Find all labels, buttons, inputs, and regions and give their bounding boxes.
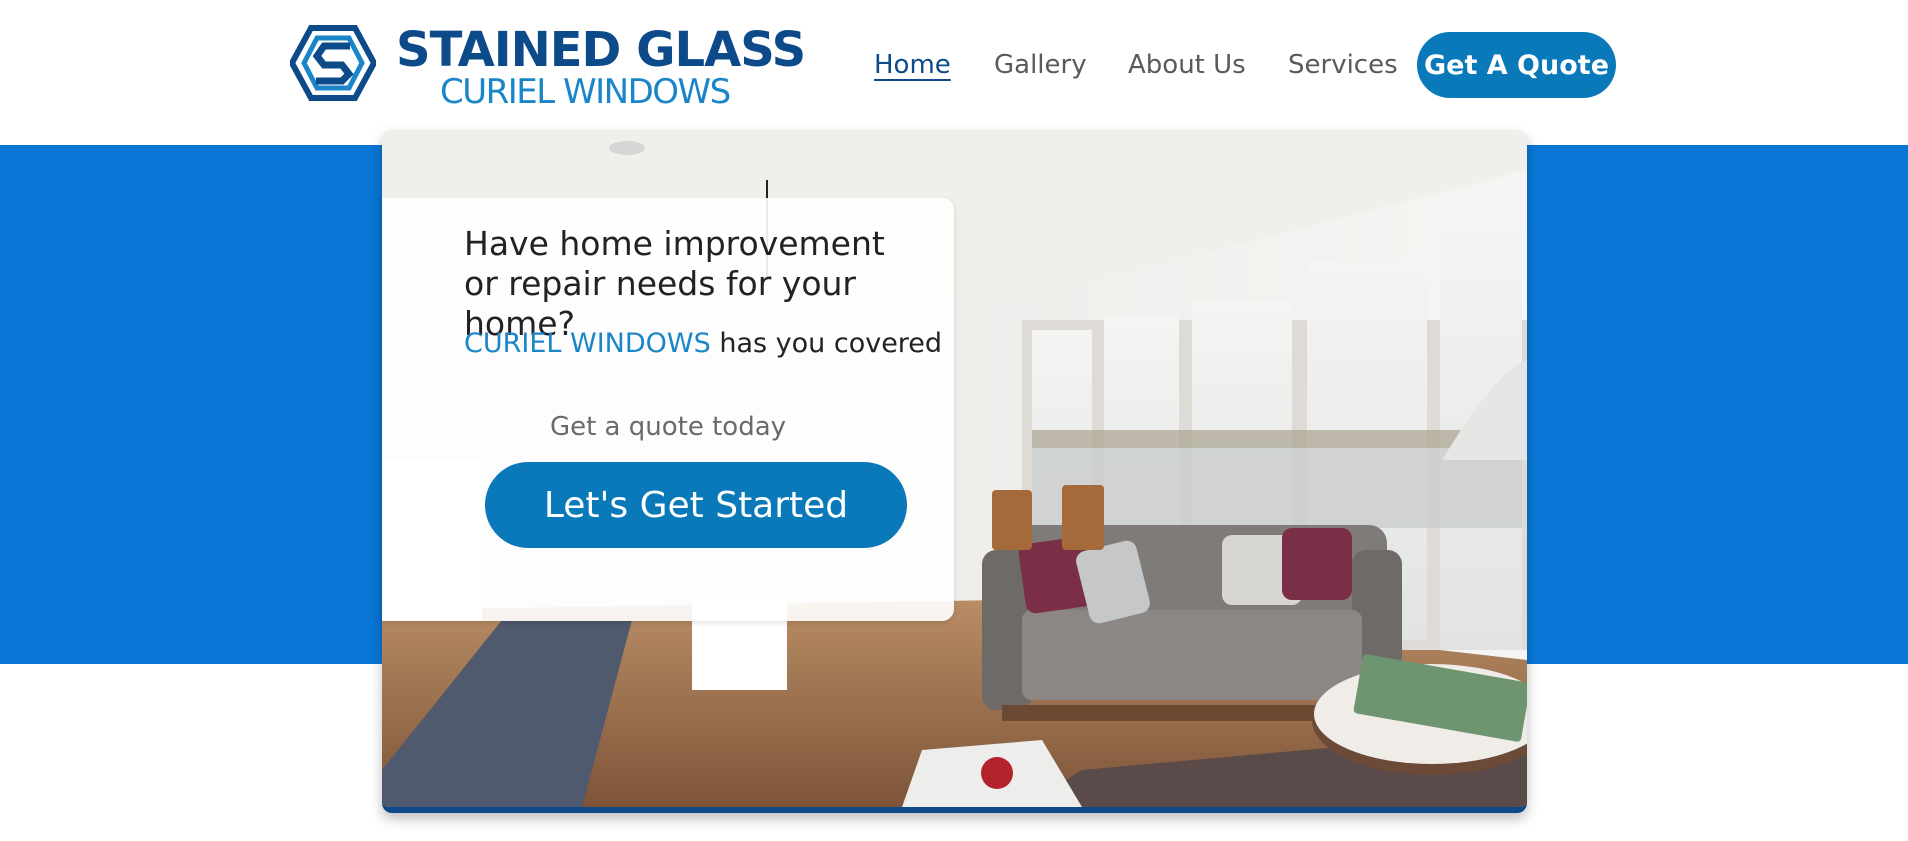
- hero-card: Have home improvement or repair needs fo…: [382, 198, 954, 621]
- tagline-text: has you covered: [710, 328, 943, 359]
- nav-gallery[interactable]: Gallery: [994, 50, 1087, 80]
- lets-get-started-button[interactable]: Let's Get Started: [485, 462, 907, 548]
- hexagon-s-logo-icon: [290, 25, 376, 101]
- nav-about-us[interactable]: About Us: [1128, 50, 1246, 80]
- hero-tagline: CURIEL WINDOWS has you covered: [464, 328, 942, 359]
- nav-home[interactable]: Home: [874, 50, 951, 80]
- brand-logo[interactable]: STAINED GLASS CURIEL WINDOWS: [290, 22, 806, 112]
- nav-services[interactable]: Services: [1288, 50, 1398, 80]
- site-header: STAINED GLASS CURIEL WINDOWS Home Galler…: [0, 0, 1908, 130]
- quote-prompt: Get a quote today: [549, 412, 787, 442]
- tagline-brand: CURIEL WINDOWS: [464, 328, 711, 359]
- brand-title: STAINED GLASS: [396, 22, 806, 78]
- get-a-quote-button[interactable]: Get A Quote: [1417, 32, 1616, 98]
- brand-subtitle: CURIEL WINDOWS: [440, 72, 731, 112]
- hero-heading: Have home improvement or repair needs fo…: [464, 224, 885, 343]
